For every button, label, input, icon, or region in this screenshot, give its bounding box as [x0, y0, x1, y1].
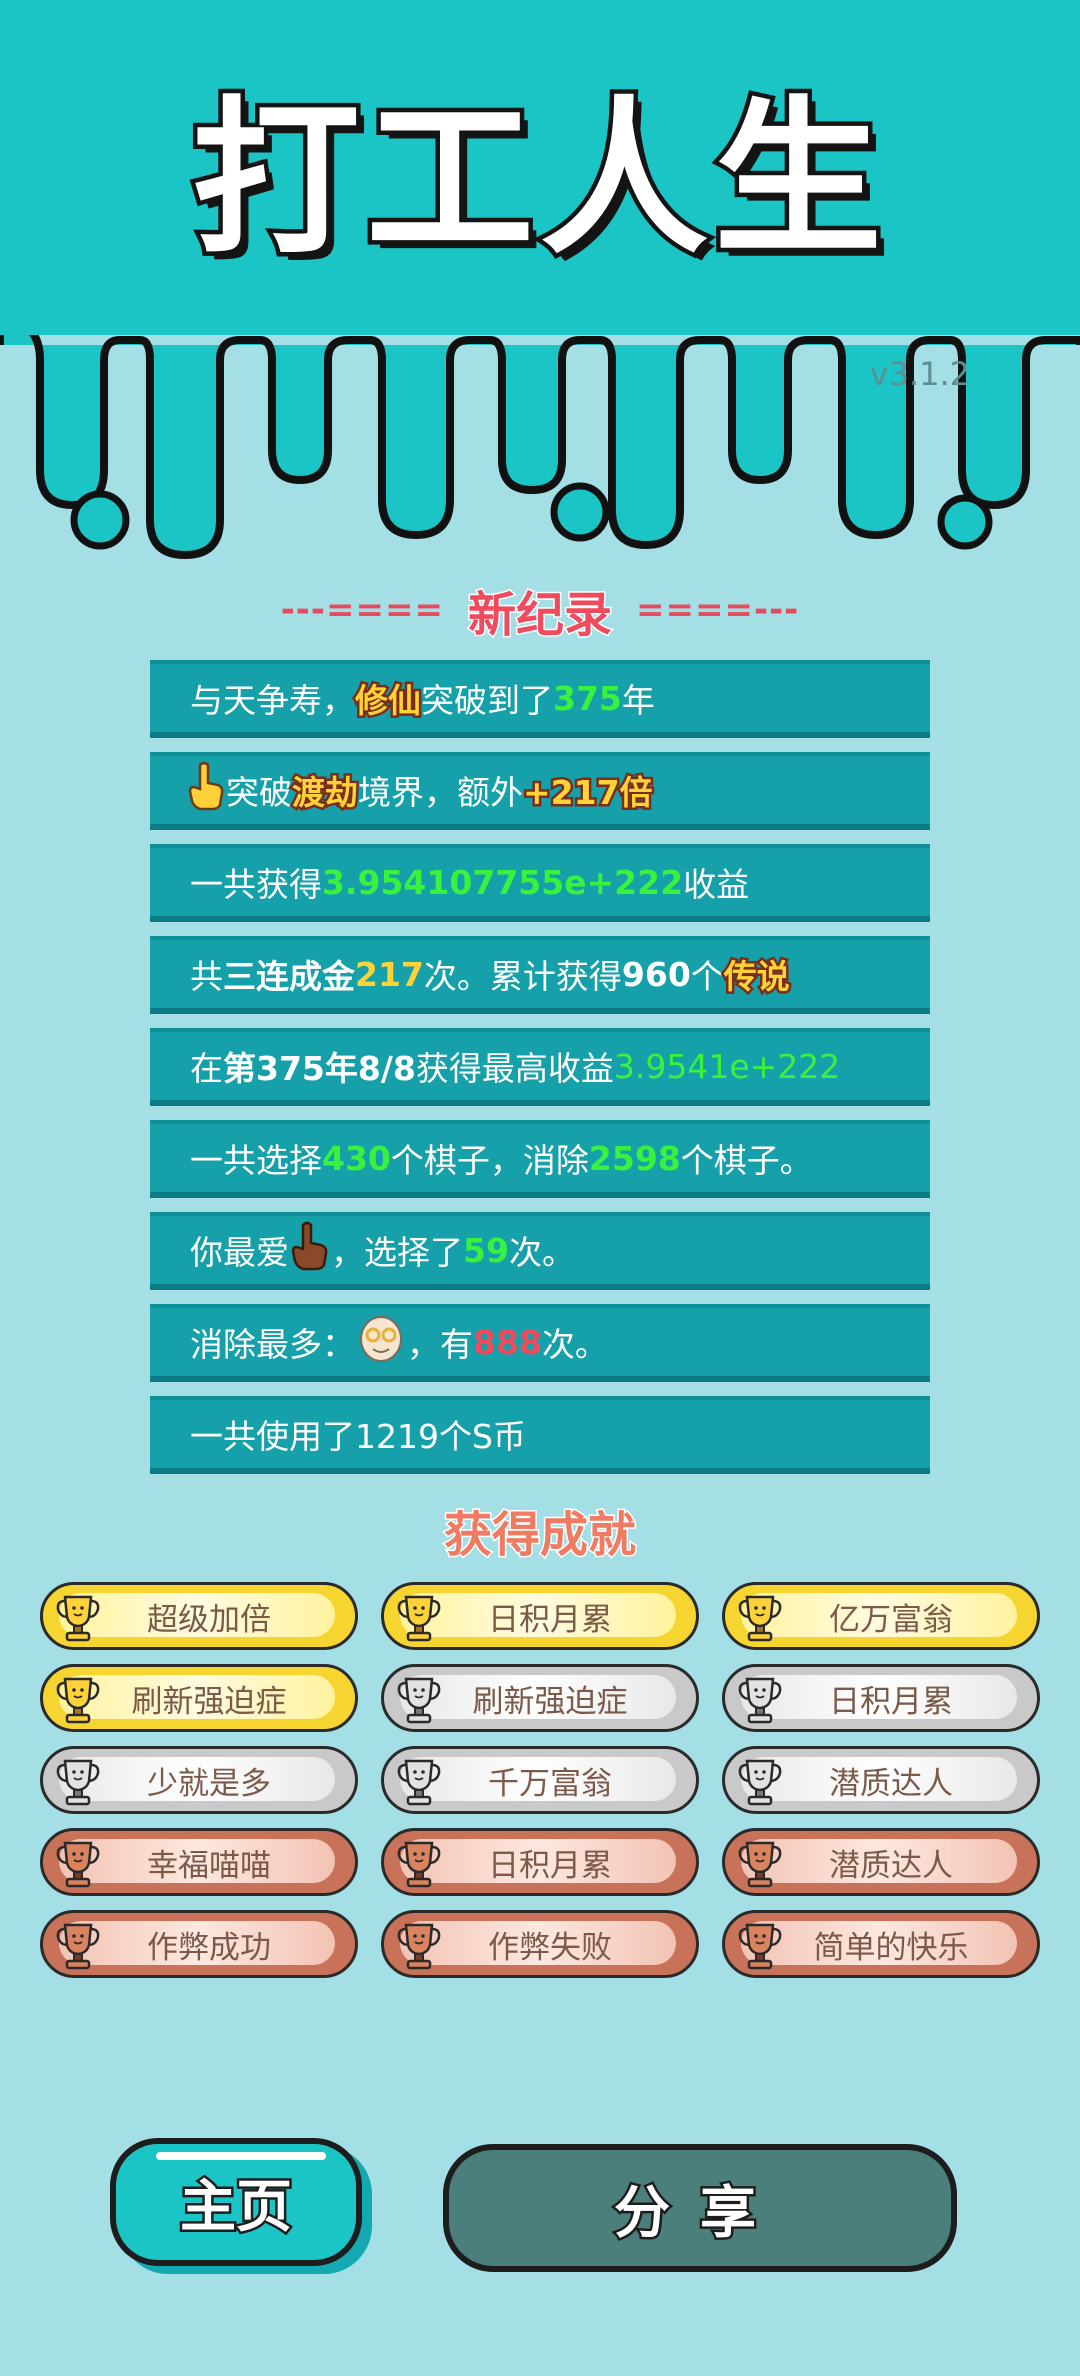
record-highlight: 修仙: [353, 679, 424, 723]
version-label: v3.1.2: [869, 355, 970, 393]
record-row-pieces: 一共选择 430 个棋子，消除 2598 个棋子。: [150, 1120, 930, 1198]
achievement-label: 日积月累: [488, 1847, 612, 1884]
achievement-badge: 超级加倍: [40, 1582, 358, 1650]
achievement-badge: 少就是多: [40, 1746, 358, 1814]
old-man-face-icon: [357, 1313, 405, 1371]
achievement-badge: 幸福喵喵: [40, 1828, 358, 1896]
achievement-label: 幸福喵喵: [147, 1847, 271, 1884]
achievement-label: 作弊失败: [488, 1929, 612, 1966]
record-value: 3.9541e+222: [613, 1046, 841, 1086]
record-text: 与天争寿，: [190, 681, 355, 720]
record-text: 在: [190, 1049, 223, 1088]
record-row-most-eliminated: 消除最多： ，有 888 次。: [150, 1304, 930, 1382]
record-text: 次。: [541, 1325, 608, 1364]
records-section-title: 新纪录: [466, 586, 613, 645]
achievement-badge: 千万富翁: [381, 1746, 699, 1814]
record-text: 年: [621, 681, 655, 720]
record-text: 个: [690, 957, 724, 996]
record-text: 你最爱: [190, 1233, 289, 1272]
achievement-badge: 刷新强迫症: [381, 1664, 699, 1732]
record-text: 境界，额外: [358, 773, 523, 812]
record-text: 收益: [683, 865, 750, 904]
record-text: 消除最多：: [190, 1325, 355, 1364]
achievement-label: 简单的快乐: [813, 1929, 969, 1966]
record-text: 突破到了: [421, 681, 553, 720]
achievement-label: 亿万富翁: [829, 1601, 953, 1638]
record-text: 个棋子，消除: [390, 1141, 589, 1180]
record-value: 430: [322, 1138, 391, 1178]
achievement-badge: 作弊成功: [40, 1910, 358, 1978]
brown-hand-icon: [291, 1221, 329, 1279]
achievement-label: 少就是多: [147, 1765, 271, 1802]
record-value: +217倍: [521, 771, 656, 815]
achievement-badge: 日积月累: [381, 1828, 699, 1896]
record-highlight: 渡劫: [290, 771, 361, 815]
share-button[interactable]: 分享: [443, 2144, 957, 2272]
achievement-badge: 刷新强迫症: [40, 1664, 358, 1732]
record-value: 960: [621, 954, 691, 994]
achievement-badge: 简单的快乐: [722, 1910, 1040, 1978]
achievement-label: 作弊成功: [147, 1929, 271, 1966]
record-value: 2598: [588, 1138, 681, 1178]
achievement-badge: 作弊失败: [381, 1910, 699, 1978]
achievement-label: 刷新强迫症: [131, 1683, 287, 1720]
record-text: 次。: [508, 1233, 575, 1272]
app-title: 打工人生: [188, 81, 888, 277]
achievement-label: 日积月累: [488, 1601, 612, 1638]
achievement-label: 刷新强迫症: [472, 1683, 628, 1720]
record-text: 共: [190, 957, 223, 996]
achievements-section-title: 获得成就: [442, 1506, 637, 1565]
achievements-grid: 超级加倍 日积月累 亿万富翁 刷新强迫症 刷新强迫症 日积月累 少就是多 千万富翁 潜质达人 幸福…: [40, 1582, 1040, 1978]
record-row-favorite: 你最爱 ，选择了 59 次。: [150, 1212, 930, 1290]
record-value: 888: [473, 1322, 542, 1362]
record-text: 一共使用了1219个S币: [190, 1417, 526, 1456]
achievement-label: 超级加倍: [147, 1601, 271, 1638]
record-row-triples: 共 三连成金 217 次。累计获得 960 个 传说: [150, 936, 930, 1014]
achievement-badge: 亿万富翁: [722, 1582, 1040, 1650]
record-row-breakthrough: 突破 渡劫 境界，额外 +217倍: [150, 752, 930, 830]
record-text: 一共获得: [190, 865, 322, 904]
record-highlight: 传说: [721, 955, 792, 999]
header-deco-right: ====---: [636, 590, 800, 630]
achievements-section-header: 获得成就: [0, 1495, 1080, 1565]
record-highlight: 三连成金: [223, 957, 355, 996]
achievement-badge: 日积月累: [381, 1582, 699, 1650]
achievement-badge: 潜质达人: [722, 1828, 1040, 1896]
record-text: 次。累计获得: [423, 957, 622, 996]
records-section-header: ---==== 新纪录 ====---: [0, 575, 1080, 645]
record-text: 一共选择: [190, 1141, 322, 1180]
records-list: 与天争寿， 修仙 突破到了 375 年 突破 渡劫 境界，额外 +217倍 一共…: [150, 660, 930, 1488]
record-row-coins: 一共使用了1219个S币: [150, 1396, 930, 1474]
record-row-lifespan: 与天争寿， 修仙 突破到了 375 年: [150, 660, 930, 738]
pointing-hand-icon: [188, 761, 224, 819]
achievement-badge: 日积月累: [722, 1664, 1040, 1732]
achievement-label: 千万富翁: [488, 1765, 612, 1802]
record-text: 获得最高收益: [415, 1049, 614, 1088]
record-row-total-income: 一共获得 3.954107755e+222 收益: [150, 844, 930, 922]
achievement-label: 潜质达人: [829, 1765, 953, 1802]
record-value: 59: [463, 1230, 509, 1270]
record-row-max-income: 在 第375年8/8 获得最高收益 3.9541e+222: [150, 1028, 930, 1106]
home-button[interactable]: 主页: [110, 2138, 362, 2266]
record-value: 3.954107755e+222: [322, 862, 684, 902]
record-highlight: 第375年8/8: [223, 1049, 416, 1088]
achievement-label: 潜质达人: [829, 1847, 953, 1884]
record-text: ，有: [407, 1325, 473, 1364]
achievement-label: 日积月累: [829, 1683, 953, 1720]
record-value: 375: [553, 678, 622, 718]
header-deco-left: ---====: [280, 590, 444, 630]
record-text: 个棋子。: [680, 1141, 813, 1180]
record-text: ，选择了: [331, 1233, 463, 1272]
record-text: 突破: [226, 773, 292, 812]
record-value: 217: [355, 954, 424, 994]
achievement-badge: 潜质达人: [722, 1746, 1040, 1814]
